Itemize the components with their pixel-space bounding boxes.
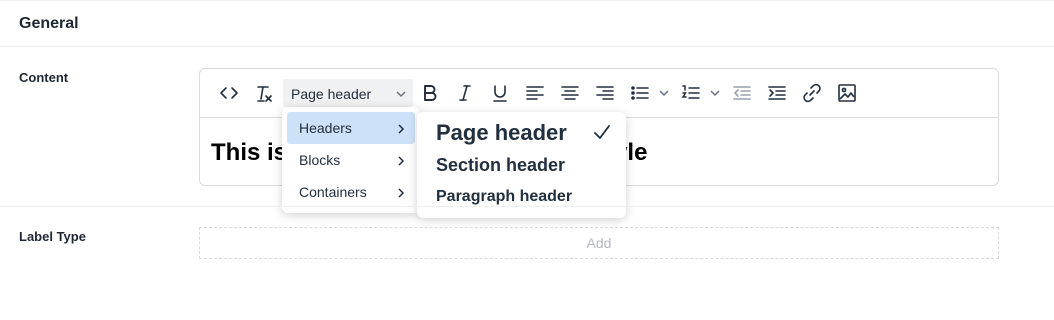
editor-text-left: This is <box>211 139 288 166</box>
numbered-list-icon[interactable] <box>679 81 703 105</box>
block-format-select[interactable]: Page header <box>283 79 413 107</box>
outdent-icon[interactable] <box>730 81 754 105</box>
align-center-icon[interactable] <box>558 81 582 105</box>
underline-icon[interactable] <box>488 81 512 105</box>
label-type-label: Label Type <box>19 229 86 244</box>
menu-item-headers[interactable]: Headers <box>287 112 415 144</box>
add-label: Add <box>586 235 612 251</box>
headers-submenu: Page header Section header Paragraph hea… <box>417 112 626 218</box>
submenu-item-page-header[interactable]: Page header <box>436 120 567 146</box>
align-right-icon[interactable] <box>593 81 617 105</box>
content-label: Content <box>19 70 69 85</box>
format-menu: Headers Blocks Containers <box>282 107 420 213</box>
chevron-right-icon <box>395 122 407 134</box>
chevron-right-icon <box>395 186 407 198</box>
image-icon[interactable] <box>835 81 859 105</box>
section-header: General <box>0 0 1054 47</box>
menu-item-blocks[interactable]: Blocks <box>287 144 415 176</box>
chevron-right-icon <box>395 154 407 166</box>
chevron-down-icon[interactable] <box>658 86 670 98</box>
checkmark-icon <box>592 122 612 142</box>
bold-icon[interactable] <box>418 81 442 105</box>
bullet-list-icon[interactable] <box>628 81 652 105</box>
clear-formatting-icon[interactable] <box>252 81 276 105</box>
menu-item-containers[interactable]: Containers <box>287 176 415 208</box>
block-format-value: Page header <box>291 86 372 102</box>
chevron-down-icon[interactable] <box>709 86 721 98</box>
submenu-item-paragraph-header[interactable]: Paragraph header <box>436 188 572 206</box>
italic-icon[interactable] <box>453 81 477 105</box>
chevron-down-icon <box>395 87 407 99</box>
link-icon[interactable] <box>800 81 824 105</box>
indent-icon[interactable] <box>765 81 789 105</box>
submenu-item-section-header[interactable]: Section header <box>436 155 565 176</box>
source-code-icon[interactable] <box>217 81 241 105</box>
add-label-type-button[interactable]: Add <box>199 227 999 259</box>
field-divider <box>0 206 1054 207</box>
align-left-icon[interactable] <box>523 81 547 105</box>
section-title: General <box>19 15 79 32</box>
